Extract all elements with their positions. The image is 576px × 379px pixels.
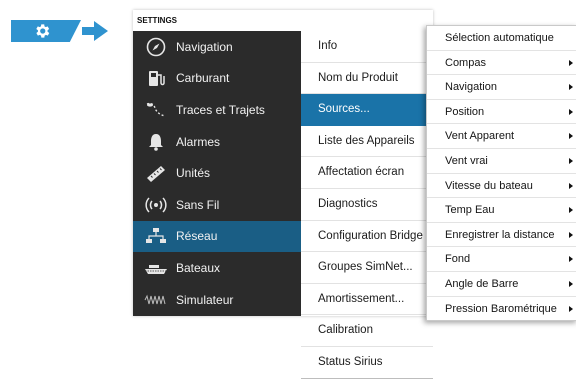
submenu-arrow-icon xyxy=(569,84,573,91)
network-submenu: Info Nom du Produit Sources... Liste des… xyxy=(301,31,433,379)
submenu-arrow-icon xyxy=(569,59,573,66)
category-label: Unités xyxy=(176,166,211,181)
source-label: Vitesse du bateau xyxy=(445,179,533,192)
settings-tab[interactable] xyxy=(11,20,81,42)
source-label: Enregistrer la distance xyxy=(445,228,555,241)
source-position[interactable]: Position xyxy=(427,100,576,125)
network-item-simnet-groups[interactable]: Groupes SimNet... xyxy=(301,252,433,284)
submenu-arrow-icon xyxy=(569,207,573,214)
category-label: Carburant xyxy=(176,71,230,86)
category-list: Navigation Carburant Traces et Trajets A… xyxy=(133,31,301,316)
source-apparent-wind[interactable]: Vent Apparent xyxy=(427,124,576,149)
category-traces-et-trajets[interactable]: Traces et Trajets xyxy=(133,94,301,126)
source-true-wind[interactable]: Vent vrai xyxy=(427,149,576,174)
source-depth[interactable]: Fond xyxy=(427,247,576,272)
source-label: Compas xyxy=(445,56,486,69)
network-item-device-list[interactable]: Liste des Appareils xyxy=(301,126,433,158)
source-distance-log[interactable]: Enregistrer la distance xyxy=(427,223,576,248)
category-label: Sans Fil xyxy=(176,197,220,212)
source-label: Pression Barométrique xyxy=(445,302,557,315)
category-label: Simulateur xyxy=(176,292,234,307)
category-label: Réseau xyxy=(176,229,218,244)
bell-icon xyxy=(143,131,169,153)
submenu-arrow-icon xyxy=(569,108,573,115)
submenu-arrow-icon xyxy=(569,280,573,287)
gear-icon xyxy=(36,24,50,38)
boats-icon xyxy=(143,257,169,279)
network-item-diagnostics[interactable]: Diagnostics xyxy=(301,189,433,221)
source-compass[interactable]: Compas xyxy=(427,51,576,76)
source-navigation[interactable]: Navigation xyxy=(427,75,576,100)
trails-icon xyxy=(143,99,169,121)
network-icon xyxy=(143,225,169,247)
submenu-arrow-icon xyxy=(569,157,573,164)
source-auto-select[interactable]: Sélection automatique xyxy=(427,26,576,51)
network-item-screen-assignment[interactable]: Affectation écran xyxy=(301,157,433,189)
category-simulateur[interactable]: Simulateur xyxy=(133,284,301,316)
wireless-icon xyxy=(143,194,169,216)
panel-title: SETTINGS xyxy=(133,10,433,31)
source-label: Vent vrai xyxy=(445,154,488,167)
source-label: Vent Apparent xyxy=(445,130,515,143)
category-reseau[interactable]: Réseau xyxy=(133,220,301,253)
submenu-arrow-icon xyxy=(569,182,573,189)
network-item-sources[interactable]: Sources... xyxy=(301,94,433,126)
ruler-icon xyxy=(143,162,169,184)
source-label: Angle de Barre xyxy=(445,277,519,290)
simulator-wave-icon xyxy=(143,289,169,311)
source-label: Navigation xyxy=(445,81,497,94)
source-water-temp[interactable]: Temp Eau xyxy=(427,198,576,223)
category-label: Bateaux xyxy=(176,260,221,275)
category-unites[interactable]: Unités xyxy=(133,157,301,189)
network-item-sirius-status[interactable]: Status Sirius xyxy=(301,347,433,379)
category-label: Navigation xyxy=(176,39,233,54)
category-sans-fil[interactable]: Sans Fil xyxy=(133,189,301,221)
submenu-arrow-icon xyxy=(569,305,573,312)
arrow-right-icon xyxy=(82,21,108,41)
submenu-arrow-icon xyxy=(569,133,573,140)
submenu-arrow-icon xyxy=(569,256,573,263)
fuel-pump-icon xyxy=(143,67,169,89)
category-carburant[interactable]: Carburant xyxy=(133,63,301,95)
network-item-info[interactable]: Info xyxy=(301,31,433,63)
source-label: Sélection automatique xyxy=(445,32,554,44)
network-item-bridge-config[interactable]: Configuration Bridge xyxy=(301,221,433,253)
category-bateaux[interactable]: Bateaux xyxy=(133,252,301,284)
category-label: Alarmes xyxy=(176,134,221,149)
source-label: Temp Eau xyxy=(445,204,495,217)
source-label: Fond xyxy=(445,253,471,266)
compass-icon xyxy=(143,36,169,58)
sources-dropdown: Sélection automatique Compas Navigation … xyxy=(426,25,576,321)
source-barometric-pressure[interactable]: Pression Barométrique xyxy=(427,297,576,322)
network-item-calibration[interactable]: Calibration xyxy=(301,315,433,347)
source-label: Position xyxy=(445,105,485,118)
network-item-product-name[interactable]: Nom du Produit xyxy=(301,63,433,95)
source-boat-speed[interactable]: Vitesse du bateau xyxy=(427,174,576,199)
network-item-damping[interactable]: Amortissement... xyxy=(301,284,433,316)
submenu-arrow-icon xyxy=(569,231,573,238)
category-label: Traces et Trajets xyxy=(176,102,265,117)
settings-panel: SETTINGS Navigation Carburant Traces et … xyxy=(133,10,433,379)
category-navigation[interactable]: Navigation xyxy=(133,31,301,63)
category-alarmes[interactable]: Alarmes xyxy=(133,126,301,158)
source-rudder-angle[interactable]: Angle de Barre xyxy=(427,272,576,297)
